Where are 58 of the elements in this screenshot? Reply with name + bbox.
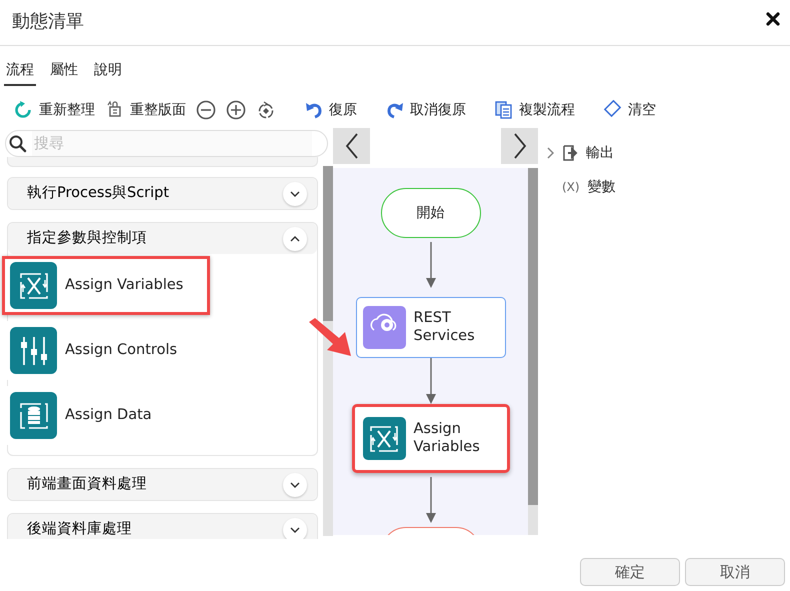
export-icon	[562, 145, 578, 161]
zoom-in-icon[interactable]	[226, 100, 246, 120]
start-node[interactable]: 開始	[380, 188, 480, 238]
category-header[interactable]: 前端畫面資料處理	[8, 469, 317, 500]
chevron-left-icon	[344, 133, 358, 159]
refresh-icon	[14, 100, 34, 120]
activity-label: Assign Data	[65, 406, 152, 425]
category-label: 執行Process與Script	[27, 184, 170, 203]
sliders-icon	[10, 327, 57, 374]
panel-item[interactable]: (X) 變數	[546, 170, 616, 204]
dialog-title: 動態清單	[0, 0, 790, 46]
category-header[interactable]: 後端資料庫處理	[8, 514, 317, 539]
dialog-button[interactable]: 確定	[580, 558, 680, 586]
variable-swap-icon	[362, 417, 406, 460]
database-icon	[10, 392, 57, 439]
node-label: REST Services	[414, 310, 476, 345]
connector-arrow	[424, 477, 436, 524]
variable-swap-icon	[10, 262, 57, 309]
toolbar-button[interactable]: 復原	[304, 100, 357, 120]
tab[interactable]: 說明	[92, 58, 124, 86]
toolbar-button[interactable]: 複製流程	[494, 100, 575, 120]
scrollbar[interactable]	[323, 166, 333, 536]
previous-button[interactable]	[333, 128, 370, 164]
search-field[interactable]: 搜尋	[5, 130, 328, 157]
zoom-out-icon[interactable]	[196, 100, 216, 120]
scrollbar[interactable]	[528, 168, 538, 535]
variable-symbol: (X)	[562, 179, 580, 196]
collapse-icon[interactable]	[283, 226, 307, 250]
close-icon[interactable]	[766, 12, 780, 26]
category-label: 後端資料庫處理	[27, 520, 132, 539]
toolbar-button[interactable]: 取消復原	[385, 100, 466, 120]
activity-label: Assign Variables	[65, 276, 184, 295]
toolbar-button[interactable]: 清空	[603, 100, 656, 120]
chevron-right-icon	[512, 133, 526, 159]
category-label: 指定參數與控制項	[27, 228, 147, 248]
toolbar-button[interactable]: 重新整理	[14, 100, 95, 120]
activity-item[interactable]: Assign Variables	[2, 256, 210, 315]
connector-arrow	[424, 358, 436, 405]
flow-node[interactable]: Assign Variables	[352, 404, 510, 473]
copy-icon	[494, 100, 514, 120]
redo-icon	[385, 100, 405, 120]
expand-icon[interactable]	[283, 518, 307, 539]
tab[interactable]: 流程	[4, 58, 36, 86]
category-header[interactable]: 執行Process與Script	[8, 178, 317, 209]
dialog-button[interactable]: 取消	[685, 558, 785, 586]
tab[interactable]: 屬性	[48, 58, 80, 86]
cloud-gear-icon	[362, 306, 406, 349]
panel-item[interactable]: 輸出	[546, 136, 616, 170]
toolbar-button[interactable]: 重整版面	[105, 100, 186, 120]
category-header[interactable]: 指定參數與控制項	[8, 223, 317, 254]
undo-icon	[304, 100, 324, 120]
caret-icon	[546, 147, 554, 159]
category-label: 前端畫面資料處理	[27, 474, 147, 494]
flow-node[interactable]: REST Services	[356, 297, 506, 358]
next-button[interactable]	[501, 128, 538, 164]
activity-label: Assign Controls	[65, 340, 178, 360]
target-icon[interactable]	[256, 100, 276, 120]
node-label: Assign Variables	[414, 421, 481, 456]
